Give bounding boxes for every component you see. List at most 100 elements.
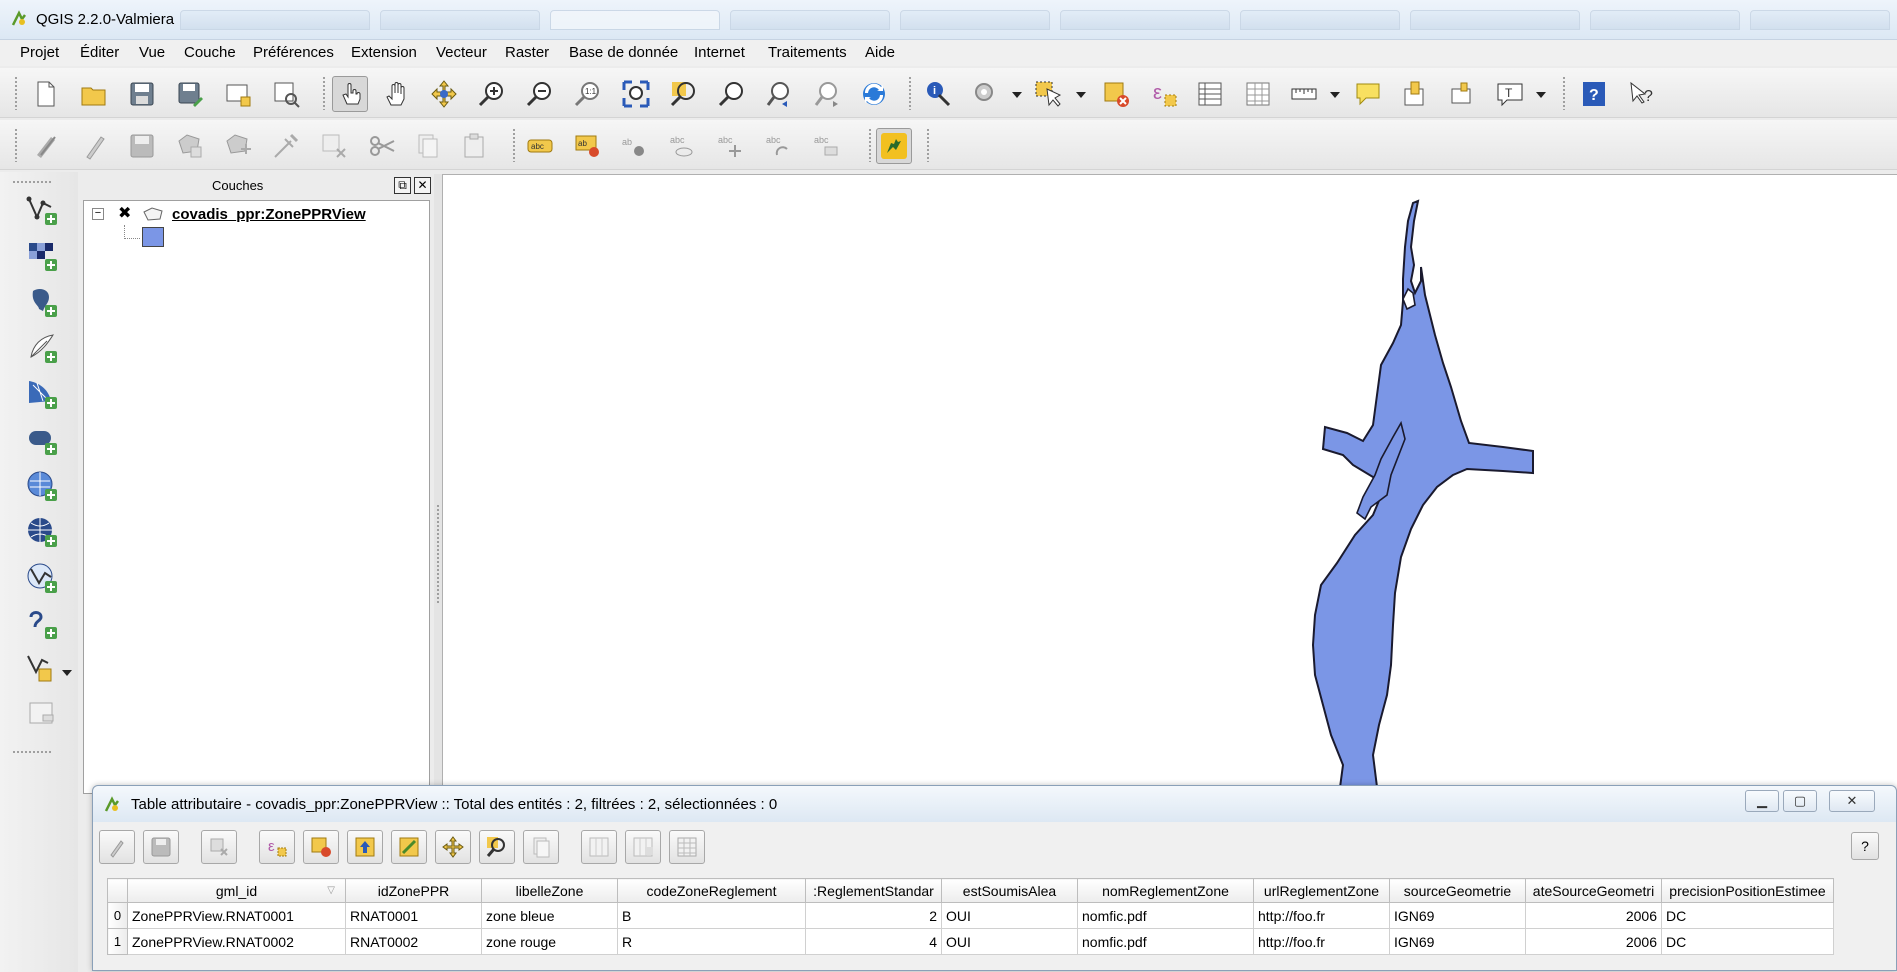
map-canvas[interactable] bbox=[442, 174, 1897, 796]
column-header-nomreglementzone[interactable]: nomReglementZone bbox=[1077, 878, 1254, 903]
delete-column-icon[interactable] bbox=[581, 830, 617, 864]
zoom-to-selection-icon[interactable] bbox=[666, 76, 702, 112]
select-by-expression-icon[interactable]: ε bbox=[259, 830, 295, 864]
table-cell[interactable]: DC bbox=[1661, 928, 1834, 955]
column-header-libellezone[interactable]: libelleZone bbox=[481, 878, 618, 903]
add-feature-icon[interactable] bbox=[172, 128, 208, 164]
touch-zoom-icon[interactable] bbox=[332, 76, 368, 112]
table-cell[interactable]: OUI bbox=[941, 902, 1078, 929]
add-raster-layer-icon[interactable] bbox=[22, 236, 62, 276]
layer-tree[interactable]: − ✖ covadis_ppr:ZonePPRView bbox=[83, 200, 430, 794]
zone-ppr-polygon[interactable] bbox=[1311, 199, 1534, 796]
add-oracle-layer-icon[interactable] bbox=[22, 420, 62, 460]
row-number-header[interactable]: 0 bbox=[107, 902, 128, 929]
highlight-pinned-icon[interactable]: ab bbox=[616, 128, 652, 164]
layer-visibility-checkbox[interactable]: ✖ bbox=[118, 206, 134, 222]
map-tips-icon[interactable] bbox=[1350, 76, 1386, 112]
float-panel-button[interactable]: ⧉ bbox=[394, 177, 411, 194]
pin-labels-icon[interactable]: ab bbox=[570, 128, 606, 164]
toolbar-grip[interactable] bbox=[512, 128, 516, 162]
menu-aide[interactable]: Aide bbox=[865, 44, 895, 61]
add-postgis-layer-icon[interactable] bbox=[22, 282, 62, 322]
corner-header[interactable] bbox=[107, 878, 128, 903]
menu-base-de-donnee[interactable]: Base de donnée bbox=[569, 44, 678, 61]
zoom-full-icon[interactable] bbox=[618, 76, 654, 112]
panel-splitter[interactable] bbox=[434, 174, 442, 794]
invert-selection-icon[interactable] bbox=[391, 830, 427, 864]
toolbar-grip[interactable] bbox=[12, 750, 52, 754]
table-cell[interactable]: 2006 bbox=[1525, 928, 1662, 955]
copy-features-icon[interactable] bbox=[410, 128, 446, 164]
table-cell[interactable]: 4 bbox=[805, 928, 942, 955]
table-cell[interactable]: R bbox=[617, 928, 806, 955]
zoom-in-icon[interactable] bbox=[474, 76, 510, 112]
new-bookmark-icon[interactable] bbox=[1396, 76, 1432, 112]
menu-couche[interactable]: Couche bbox=[184, 44, 236, 61]
plugin-icon[interactable] bbox=[876, 128, 912, 164]
move-feature-icon[interactable] bbox=[220, 128, 256, 164]
column-header-reglementstandard[interactable]: :ReglementStandar bbox=[805, 878, 942, 903]
whats-this-icon[interactable]: ? bbox=[1624, 76, 1660, 112]
column-header-idzoneppr[interactable]: idZonePPR bbox=[345, 878, 482, 903]
label-tool-icon[interactable]: abc bbox=[522, 128, 558, 164]
pan-to-selection-icon[interactable] bbox=[426, 76, 462, 112]
toolbar-grip[interactable] bbox=[14, 76, 18, 110]
table-cell[interactable]: http://foo.fr bbox=[1253, 902, 1390, 929]
column-header-gml-id[interactable]: gml_id ▽ bbox=[127, 878, 346, 903]
new-project-icon[interactable] bbox=[28, 76, 64, 112]
table-cell[interactable]: nomfic.pdf bbox=[1077, 928, 1254, 955]
measure-icon[interactable] bbox=[1286, 76, 1322, 112]
column-header-precisionpositionestimee[interactable]: precisionPositionEstimee bbox=[1661, 878, 1834, 903]
new-column-icon[interactable] bbox=[625, 830, 661, 864]
select-icon[interactable] bbox=[1030, 76, 1066, 112]
attribute-table-icon[interactable] bbox=[1192, 76, 1228, 112]
help-icon[interactable]: ? bbox=[1576, 76, 1612, 112]
table-cell[interactable]: IGN69 bbox=[1389, 928, 1526, 955]
pan-icon[interactable] bbox=[378, 76, 414, 112]
menu-extension[interactable]: Extension bbox=[351, 44, 417, 61]
menu-raster[interactable]: Raster bbox=[505, 44, 549, 61]
column-header-datesourcegeometrie[interactable]: ateSourceGeometri bbox=[1525, 878, 1662, 903]
paste-features-icon[interactable] bbox=[456, 128, 492, 164]
table-cell[interactable]: 2 bbox=[805, 902, 942, 929]
toggle-editing-icon[interactable] bbox=[76, 128, 112, 164]
delete-selected-features-icon[interactable] bbox=[201, 830, 237, 864]
zoom-native-icon[interactable]: 1:1 bbox=[570, 76, 606, 112]
column-header-codezonereglement[interactable]: codeZoneReglement bbox=[617, 878, 806, 903]
menu-internet[interactable]: Internet bbox=[694, 44, 745, 61]
zoom-to-layer-icon[interactable] bbox=[714, 76, 750, 112]
node-tool-icon[interactable] bbox=[268, 128, 304, 164]
table-cell[interactable]: RNAT0002 bbox=[345, 928, 482, 955]
save-edits-icon[interactable] bbox=[143, 830, 179, 864]
expression-select-icon[interactable]: ε bbox=[1146, 76, 1182, 112]
save-edits-icon[interactable] bbox=[124, 128, 160, 164]
minimize-window-button[interactable]: ▁ bbox=[1745, 790, 1779, 812]
zoom-next-icon[interactable] bbox=[810, 76, 846, 112]
add-delimited-text-layer-icon[interactable] bbox=[22, 604, 62, 644]
deselect-icon[interactable] bbox=[1098, 76, 1134, 112]
collapse-layer-toggle[interactable]: − bbox=[92, 208, 104, 220]
table-cell[interactable]: B bbox=[617, 902, 806, 929]
toolbar-grip[interactable] bbox=[322, 76, 326, 110]
table-cell[interactable]: DC bbox=[1661, 902, 1834, 929]
unselect-all-icon[interactable] bbox=[303, 830, 339, 864]
field-calculator-icon[interactable] bbox=[669, 830, 705, 864]
toolbar-grip[interactable] bbox=[12, 180, 52, 184]
table-cell[interactable]: ZonePPRView.RNAT0002 bbox=[127, 928, 346, 955]
pan-map-to-selection-icon[interactable] bbox=[435, 830, 471, 864]
zoom-out-icon[interactable] bbox=[522, 76, 558, 112]
refresh-icon[interactable] bbox=[856, 76, 892, 112]
new-print-composer-icon[interactable] bbox=[220, 76, 256, 112]
table-cell[interactable]: RNAT0001 bbox=[345, 902, 482, 929]
table-cell[interactable]: http://foo.fr bbox=[1253, 928, 1390, 955]
show-bookmarks-icon[interactable] bbox=[1444, 76, 1480, 112]
close-panel-button[interactable]: ✕ bbox=[414, 177, 431, 194]
menu-editer[interactable]: Éditer bbox=[80, 44, 119, 61]
column-header-sourcegeometrie[interactable]: sourceGeometrie bbox=[1389, 878, 1526, 903]
toolbar-grip[interactable] bbox=[908, 76, 912, 110]
layer-symbol-swatch[interactable] bbox=[142, 227, 164, 247]
add-mssql-layer-icon[interactable] bbox=[22, 374, 62, 414]
close-window-button[interactable]: ✕ bbox=[1829, 790, 1875, 812]
delete-selected-icon[interactable] bbox=[316, 128, 352, 164]
maximize-window-button[interactable]: ▢ bbox=[1783, 790, 1817, 812]
